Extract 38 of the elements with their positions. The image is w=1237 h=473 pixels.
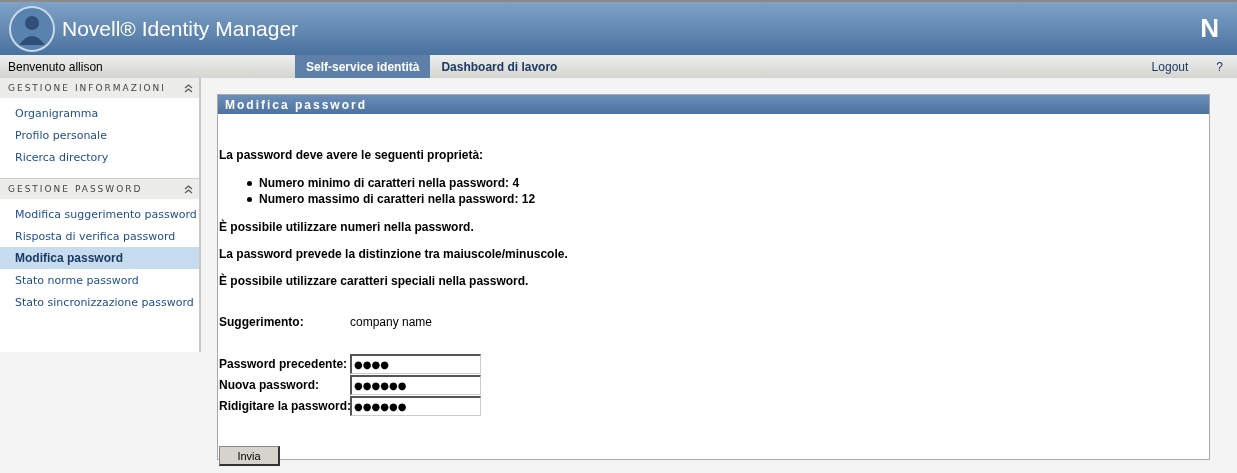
sidebar-item[interactable]: Ricerca directory: [0, 146, 199, 168]
bullet-icon: [247, 196, 252, 202]
note-text: È possibile utilizzare caratteri speciali nella password.: [219, 274, 530, 288]
rule-item: Numero minimo di caratteri nella password: 4: [259, 176, 520, 190]
sidebar-item[interactable]: Organigramma: [0, 102, 199, 124]
intro-text: La password deve avere le seguenti proprietà:: [219, 148, 485, 162]
field-label: Nuova password:: [219, 377, 321, 392]
section-header[interactable]: GESTIONE PASSWORD: [0, 178, 199, 199]
nav-tab[interactable]: Self-service identità: [295, 55, 431, 78]
nav-link[interactable]: ?: [1202, 55, 1237, 78]
password-field[interactable]: ●●●●: [350, 353, 481, 374]
sidebar-item[interactable]: Profilo personale: [0, 124, 199, 146]
field-label: Password precedente:: [219, 356, 349, 371]
nav-tab[interactable]: Dashboard di lavoro: [430, 55, 569, 78]
panel-title: Modifica password: [218, 95, 1209, 114]
hint-label: Suggerimento:: [219, 315, 305, 329]
rule-item: Numero massimo di caratteri nella password: 12: [259, 192, 536, 206]
logo: N: [1200, 13, 1219, 44]
hint-value: company name: [350, 315, 433, 329]
app-title: Novell® Identity Manager: [62, 16, 300, 41]
sidebar-item[interactable]: Stato norme password: [0, 269, 199, 291]
bullet-icon: [247, 180, 252, 186]
submit-button[interactable]: Invia: [219, 446, 280, 466]
sidebar-item[interactable]: Modifica password: [0, 247, 199, 269]
collapse-icon[interactable]: [184, 83, 193, 93]
note-text: La password prevede la distinzione tra maiuscole/minuscole.: [219, 247, 569, 261]
collapse-icon[interactable]: [184, 184, 193, 194]
sidebar-item[interactable]: Risposta di verifica password: [0, 225, 199, 247]
nav-link[interactable]: Logout: [1137, 55, 1203, 78]
sidebar-item[interactable]: Stato sincronizzazione password: [0, 291, 199, 313]
sidebar-item[interactable]: Modifica suggerimento password: [0, 203, 199, 225]
note-text: È possibile utilizzare numeri nella password.: [219, 220, 475, 234]
password-field[interactable]: ●●●●●●: [350, 395, 481, 416]
welcome-text: Benvenuto allison: [7, 58, 104, 76]
field-label: Ridigitare la password:: [219, 398, 350, 413]
section-header[interactable]: GESTIONE INFORMAZIONI: [0, 78, 199, 98]
person-globe-icon: [8, 4, 56, 53]
password-field[interactable]: ●●●●●●: [350, 374, 481, 395]
